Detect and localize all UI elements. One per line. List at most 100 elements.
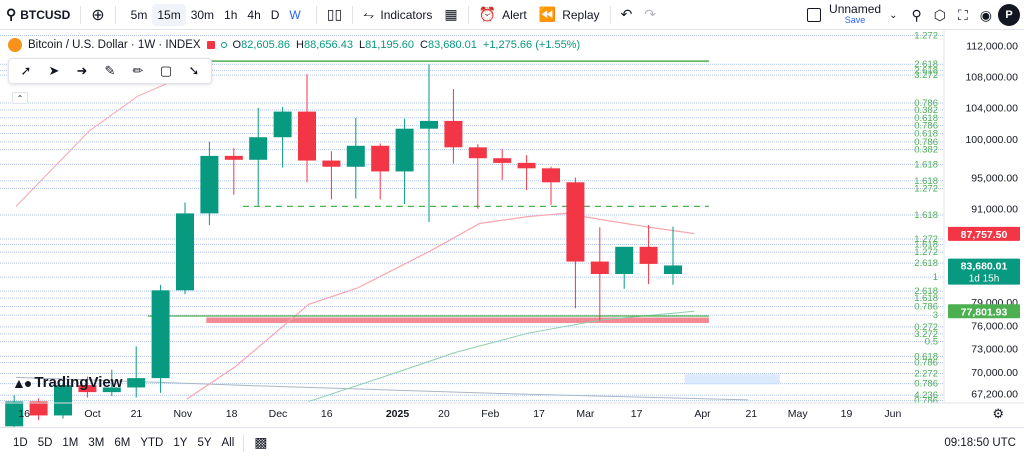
price-axis-label: 112,000.00 (966, 41, 1018, 53)
fib-level-label: 1.272 (914, 30, 938, 41)
candle-body (346, 145, 365, 167)
candle-body (371, 145, 390, 172)
cursor-tool[interactable]: ➤ (41, 60, 67, 82)
interval-1h[interactable]: 1h (219, 8, 242, 22)
redo-button[interactable]: ↷ (638, 0, 662, 30)
bitcoin-logo-icon (8, 38, 22, 52)
snapshot-button[interactable]: ◉ (974, 0, 998, 30)
profile-avatar[interactable]: P (998, 4, 1020, 26)
rectangle-icon: ▢ (159, 63, 173, 78)
cursor-arrow-icon: ➤ (48, 63, 60, 78)
symbol-search[interactable]: ⚲ BTCUSD (0, 0, 76, 30)
price-badge-label: 77,801.93 (961, 306, 1008, 318)
legend-close: C83,680.01 (420, 39, 477, 51)
time-axis-label: 17 (631, 408, 643, 420)
price-axis-label: 73,000.00 (971, 344, 1018, 356)
legend-high: H88,656.43 (296, 39, 353, 51)
fib-level-label: 1.618 (914, 159, 938, 170)
tradingview-watermark: ▲● TradingView (12, 374, 122, 391)
price-axis-label: 104,000.00 (965, 103, 1018, 115)
interval-5m[interactable]: 5m (126, 8, 153, 22)
tradingview-brand-label: TradingView (34, 374, 123, 391)
candle-body (200, 155, 219, 214)
alarm-clock-icon: ⏰ (478, 6, 497, 22)
time-axis-label: Nov (173, 408, 192, 420)
time-axis-label: Oct (84, 408, 100, 420)
chart-legend: Bitcoin / U.S. Dollar · 1W · INDEX O82,6… (8, 38, 580, 52)
layout-menu[interactable]: Unnamed Save ⌄ (799, 3, 905, 26)
alert-label: Alert (502, 7, 527, 22)
compare-symbol-button[interactable]: ⊕ (85, 0, 110, 30)
range-5d[interactable]: 5D (33, 437, 58, 449)
price-chart[interactable]: 1.2722.6182.6183.2720.7860.3820.6180.786… (0, 30, 1024, 427)
market-status-icon (206, 41, 215, 49)
undo-icon: ↶ (620, 6, 633, 22)
time-axis-label: Mar (576, 408, 595, 420)
trend-line-tool[interactable]: ➚ (13, 60, 39, 82)
interval-group: 5m 15m 30m 1h 4h D W (120, 0, 312, 30)
interval-d[interactable]: D (266, 8, 285, 22)
interval-4h[interactable]: 4h (242, 8, 265, 22)
support-zone (206, 317, 709, 323)
date-range-button[interactable]: ▩ (248, 428, 273, 457)
range-5y[interactable]: 5Y (192, 437, 216, 449)
candle-body (395, 128, 414, 172)
candle-body (517, 162, 536, 169)
chart-type-button[interactable]: ▯▯ (321, 0, 348, 30)
candle-body (590, 261, 609, 275)
fib-level-label: 0.5 (925, 337, 938, 348)
legend-low: L81,195.60 (358, 39, 414, 51)
candle-body (566, 182, 585, 262)
candle-body (298, 111, 316, 161)
countdown-label: 1d 15h (969, 274, 1000, 285)
fib-level-label: 3.272 (914, 70, 938, 81)
rewind-icon: ⏪ (538, 6, 557, 22)
chart-area[interactable]: 1.272 2.618 2.618 3.272 0.786 0.382 0.618 0.786… (0, 30, 1024, 427)
time-axis-label: Jun (884, 408, 901, 420)
price-badge-label: 87,757.50 (961, 229, 1008, 241)
range-1y[interactable]: 1Y (168, 437, 192, 449)
quick-search-button[interactable]: ⚲ (905, 0, 927, 30)
candles-icon: ▯▯ (326, 6, 343, 22)
path-tool[interactable]: ➘ (181, 60, 207, 82)
legend-open: O82,605.86 (232, 39, 291, 51)
range-1m[interactable]: 1M (57, 437, 83, 449)
candle-body (127, 378, 146, 388)
range-6m[interactable]: 6M (109, 437, 135, 449)
alert-button[interactable]: ⏰ Alert (473, 0, 533, 30)
line-tool[interactable]: ➜ (69, 60, 95, 82)
interval-w[interactable]: W (284, 8, 305, 22)
settings-button[interactable]: ⬡ (928, 0, 952, 30)
rectangle-tool[interactable]: ▢ (153, 60, 179, 82)
highlighter-tool[interactable]: ✏ (125, 60, 151, 82)
range-ytd[interactable]: YTD (135, 437, 168, 449)
indicators-button[interactable]: ⥊ Indicators (357, 0, 438, 30)
fib-level-label: 0.786 (914, 358, 938, 369)
fullscreen-button[interactable]: ⛶ (952, 0, 974, 30)
range-all[interactable]: All (217, 437, 240, 449)
time-axis-label: 16 (18, 408, 30, 420)
search-icon: ⚲ (6, 6, 17, 22)
candle-body (420, 120, 438, 129)
time-axis-label: Feb (481, 408, 499, 420)
fib-level-label: 1 (933, 272, 938, 283)
range-group: 1D 5D 1M 3M 6M YTD 1Y 5Y All (0, 437, 239, 449)
templates-button[interactable]: ▦ (438, 0, 463, 30)
ma-red-upper-line (15, 74, 187, 207)
interval-30m[interactable]: 30m (186, 8, 219, 22)
time-axis-label: 20 (438, 408, 450, 420)
chart-settings-button[interactable]: ⚙ (992, 406, 1004, 422)
utc-clock[interactable]: 09:18:50 UTC (944, 428, 1016, 457)
price-axis-label: 91,000.00 (971, 204, 1018, 216)
collapse-legend-button[interactable]: ⌃ (12, 92, 28, 104)
undo-button[interactable]: ↶ (615, 0, 639, 30)
brush-tool[interactable]: ✎ (97, 60, 123, 82)
range-3m[interactable]: 3M (83, 437, 109, 449)
candle-body (493, 158, 512, 163)
range-1d[interactable]: 1D (8, 437, 33, 449)
fib-level-label: 1.618 (914, 210, 938, 221)
time-axis-label: 21 (131, 408, 143, 420)
toolbar-divider (315, 5, 317, 24)
replay-button[interactable]: ⏪ Replay (533, 0, 606, 30)
interval-15m[interactable]: 15m (152, 3, 186, 26)
